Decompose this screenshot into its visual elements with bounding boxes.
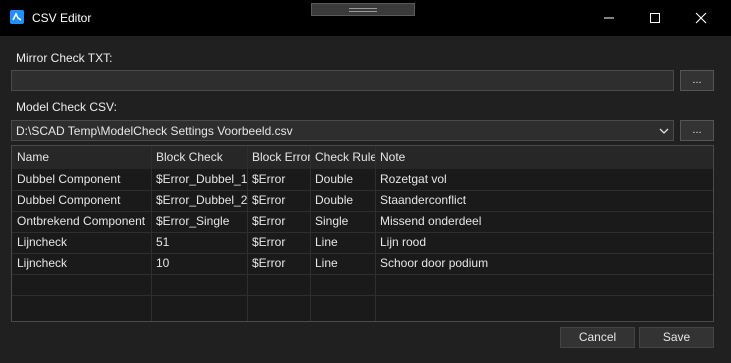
model-check-value: D:\SCAD Temp\ModelCheck Settings Voorbee… bbox=[16, 124, 293, 138]
cell-note[interactable]: Missend onderdeel bbox=[375, 211, 705, 232]
maximize-icon bbox=[650, 13, 660, 23]
cell-block-error[interactable]: $Error bbox=[247, 169, 310, 190]
cell-block-error[interactable]: $Error bbox=[247, 211, 310, 232]
cell-block-check[interactable]: $Error_Dubbel_1 bbox=[151, 169, 247, 190]
cell-block-check[interactable]: 51 bbox=[151, 232, 247, 253]
model-check-combobox[interactable]: D:\SCAD Temp\ModelCheck Settings Voorbee… bbox=[11, 120, 674, 141]
cell-name[interactable]: Dubbel Component bbox=[12, 169, 151, 190]
close-icon bbox=[695, 12, 707, 24]
model-browse-button[interactable]: ... bbox=[680, 120, 714, 141]
drag-handle[interactable] bbox=[311, 3, 415, 16]
window-title: CSV Editor bbox=[32, 11, 92, 25]
cell-name[interactable]: Ontbrekend Component bbox=[12, 211, 151, 232]
column-header-check-rule[interactable]: Check Rule bbox=[310, 147, 375, 168]
cell-name[interactable]: Lijncheck bbox=[12, 253, 151, 274]
cell-block-check[interactable]: 10 bbox=[151, 253, 247, 274]
cancel-button[interactable]: Cancel bbox=[560, 327, 635, 348]
cell-check-rule[interactable]: Line bbox=[310, 253, 375, 274]
app-logo-icon bbox=[10, 10, 24, 24]
chevron-down-icon bbox=[659, 128, 669, 134]
cell-name[interactable]: Lijncheck bbox=[12, 232, 151, 253]
cell-block-error[interactable]: $Error bbox=[247, 232, 310, 253]
cell-check-rule[interactable]: Double bbox=[310, 190, 375, 211]
cell-block-check[interactable]: $Error_Dubbel_2 bbox=[151, 190, 247, 211]
close-button[interactable] bbox=[678, 0, 724, 36]
maximize-button[interactable] bbox=[632, 0, 678, 36]
cell-check-rule[interactable]: Single bbox=[310, 211, 375, 232]
cell-note[interactable]: Schoor door podium bbox=[375, 253, 705, 274]
column-header-name[interactable]: Name bbox=[12, 147, 151, 168]
title-bar: CSV Editor bbox=[0, 0, 731, 36]
column-header-block-check[interactable]: Block Check bbox=[151, 147, 247, 168]
column-header-note[interactable]: Note bbox=[375, 147, 705, 168]
cell-block-check[interactable]: $Error_Single bbox=[151, 211, 247, 232]
cell-note[interactable]: Rozetgat vol bbox=[375, 169, 705, 190]
grid-header: Name Block Check Block Error Check Rule … bbox=[12, 146, 713, 169]
grip-line bbox=[349, 11, 377, 12]
csv-editor-window: CSV Editor Mirror Check TXT: ... Model C… bbox=[0, 0, 731, 363]
model-check-label: Model Check CSV: bbox=[16, 100, 117, 114]
cell-check-rule[interactable]: Line bbox=[310, 232, 375, 253]
cell-name[interactable]: Dubbel Component bbox=[12, 190, 151, 211]
mirror-check-input[interactable] bbox=[11, 70, 674, 91]
cell-note[interactable]: Staanderconflict bbox=[375, 190, 705, 211]
mirror-browse-button[interactable]: ... bbox=[680, 70, 714, 91]
cell-note[interactable]: Lijn rood bbox=[375, 232, 705, 253]
cell-block-error[interactable]: $Error bbox=[247, 253, 310, 274]
save-button[interactable]: Save bbox=[639, 327, 714, 348]
mirror-check-label: Mirror Check TXT: bbox=[16, 51, 113, 65]
new-row-placeholder[interactable] bbox=[12, 274, 713, 295]
csv-data-grid[interactable]: Name Block Check Block Error Check Rule … bbox=[11, 145, 714, 322]
cell-check-rule[interactable]: Double bbox=[310, 169, 375, 190]
grip-line bbox=[349, 8, 377, 9]
minimize-icon bbox=[604, 17, 614, 19]
row-divider bbox=[12, 295, 713, 296]
cell-block-error[interactable]: $Error bbox=[247, 190, 310, 211]
column-header-block-error[interactable]: Block Error bbox=[247, 147, 310, 168]
minimize-button[interactable] bbox=[586, 0, 632, 36]
